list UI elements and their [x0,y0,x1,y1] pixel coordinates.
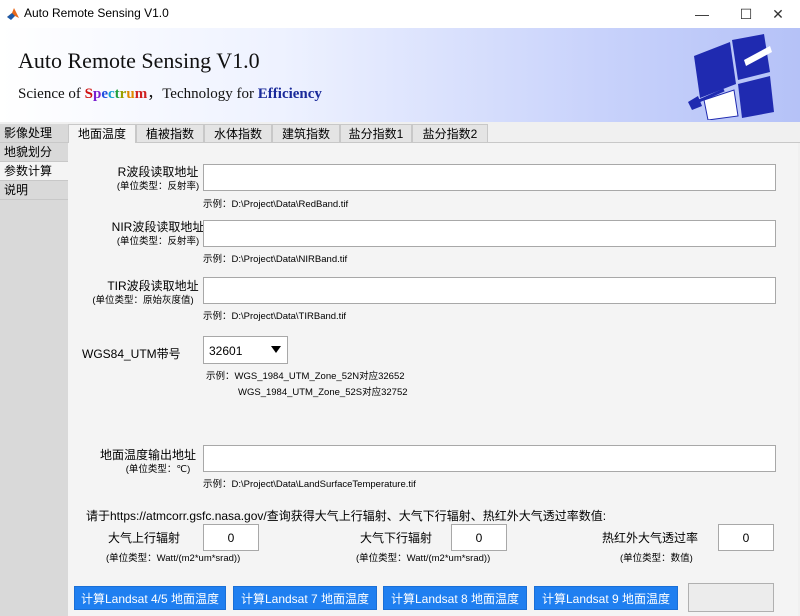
upwelling-label: 大气上行辐射 [108,531,181,545]
upwelling-unit: (单位类型：Watt/(m2*um*srad)) [106,553,241,564]
window-title: Auto Remote Sensing V1.0 [24,6,169,20]
spectrum-letter: c [108,86,115,102]
nav-item-help[interactable]: 说明 [0,181,68,200]
satellite-logo-icon [688,34,774,120]
downwelling-label: 大气下行辐射 [360,531,433,545]
utm-hint-south: WGS_1984_UTM_Zone_52S对应32752 [238,387,408,398]
tab-bar: 地面温度 植被指数 水体指数 建筑指数 盐分指数1 盐分指数2 [68,124,800,143]
tab-land-surface-temp[interactable]: 地面温度 [68,124,136,143]
atmcorr-instruction: 请于https://atmcorr.gsfc.nasa.gov/查询获得大气上行… [86,509,607,523]
tir-band-hint: 示例：D:\Project\Data\TIRBand.tif [203,311,347,322]
title-bar: Auto Remote Sensing V1.0 — ☐ ✕ [0,0,800,28]
spectrum-letter: m [134,86,148,102]
app-title: Auto Remote Sensing V1.0 [18,48,260,73]
slogan-mid: ，Technology for [147,86,258,102]
transmittance-unit: (单位类型：数值) [620,553,693,564]
r-band-path-input[interactable] [203,164,776,191]
tir-band-unit: (单位类型：原始灰度值) [92,295,194,306]
left-nav: 影像处理 地貌划分 参数计算 说明 [0,124,69,616]
lst-output-hint: 示例：D:\Project\Data\LandSurfaceTemperatur… [203,479,416,490]
calc-landsat9-button[interactable]: 计算Landsat 9 地面温度 [534,586,678,610]
transmittance-label: 热红外大气透过率 [602,531,699,545]
nav-item-landform[interactable]: 地貌划分 [0,143,68,162]
tab-salinity-index-1[interactable]: 盐分指数1 [340,124,412,142]
app-window: Auto Remote Sensing V1.0 — ☐ ✕ Auto Remo… [0,0,800,616]
tab-vegetation-index[interactable]: 植被指数 [136,124,204,142]
nir-band-unit: (单位类型：反射率) [116,236,200,247]
nir-band-path-input[interactable] [203,220,776,247]
nav-item-image-processing[interactable]: 影像处理 [0,124,68,143]
r-band-hint: 示例：D:\Project\Data\RedBand.tif [203,199,349,210]
matlab-icon [7,8,19,20]
spectrum-letter: u [126,86,135,102]
transmittance-input[interactable]: 0 [718,524,774,551]
upwelling-input[interactable]: 0 [203,524,259,551]
utm-zone-value: 32601 [209,344,243,358]
slogan-efficiency: Efficiency [257,86,322,102]
r-band-unit: (单位类型：反射率) [116,181,200,192]
minimize-button[interactable]: — [680,0,724,28]
slogan-prefix: Science of [18,86,85,102]
tab-salinity-index-2[interactable]: 盐分指数2 [412,124,488,142]
utm-zone-select[interactable]: 32601 [203,336,288,364]
tab-water-index[interactable]: 水体指数 [204,124,272,142]
lst-output-unit: (单位类型：℃) [125,464,191,475]
spectrum-letter: e [101,86,108,102]
status-output-box [688,583,774,612]
tir-band-path-input[interactable] [203,277,776,304]
dropdown-arrow-icon [271,346,281,353]
spectrum-letter: S [84,86,93,102]
header-banner: Auto Remote Sensing V1.0 Science of Spec… [0,28,800,122]
utm-hint-north: 示例：WGS_1984_UTM_Zone_52N对应32652 [206,371,405,382]
app-slogan: Science of Spectrum，Technology for Effic… [18,82,322,103]
calc-landsat8-button[interactable]: 计算Landsat 8 地面温度 [383,586,527,610]
nav-item-parameter-calc[interactable]: 参数计算 [0,162,68,181]
downwelling-unit: (单位类型：Watt/(m2*um*srad)) [356,553,491,564]
lst-panel: R波段读取地址 (单位类型：反射率) 示例：D:\Project\Data\Re… [68,143,798,616]
slogan-spectrum: Spectrum [85,86,148,102]
nir-band-hint: 示例：D:\Project\Data\NIRBand.tif [203,254,348,265]
utm-zone-label: WGS84_UTM带号 [82,347,181,361]
lst-output-path-input[interactable] [203,445,776,472]
tab-building-index[interactable]: 建筑指数 [272,124,340,142]
downwelling-input[interactable]: 0 [451,524,507,551]
close-button[interactable]: ✕ [756,0,800,28]
calc-landsat7-button[interactable]: 计算Landsat 7 地面温度 [233,586,377,610]
calc-landsat45-button[interactable]: 计算Landsat 4/5 地面温度 [74,586,226,610]
